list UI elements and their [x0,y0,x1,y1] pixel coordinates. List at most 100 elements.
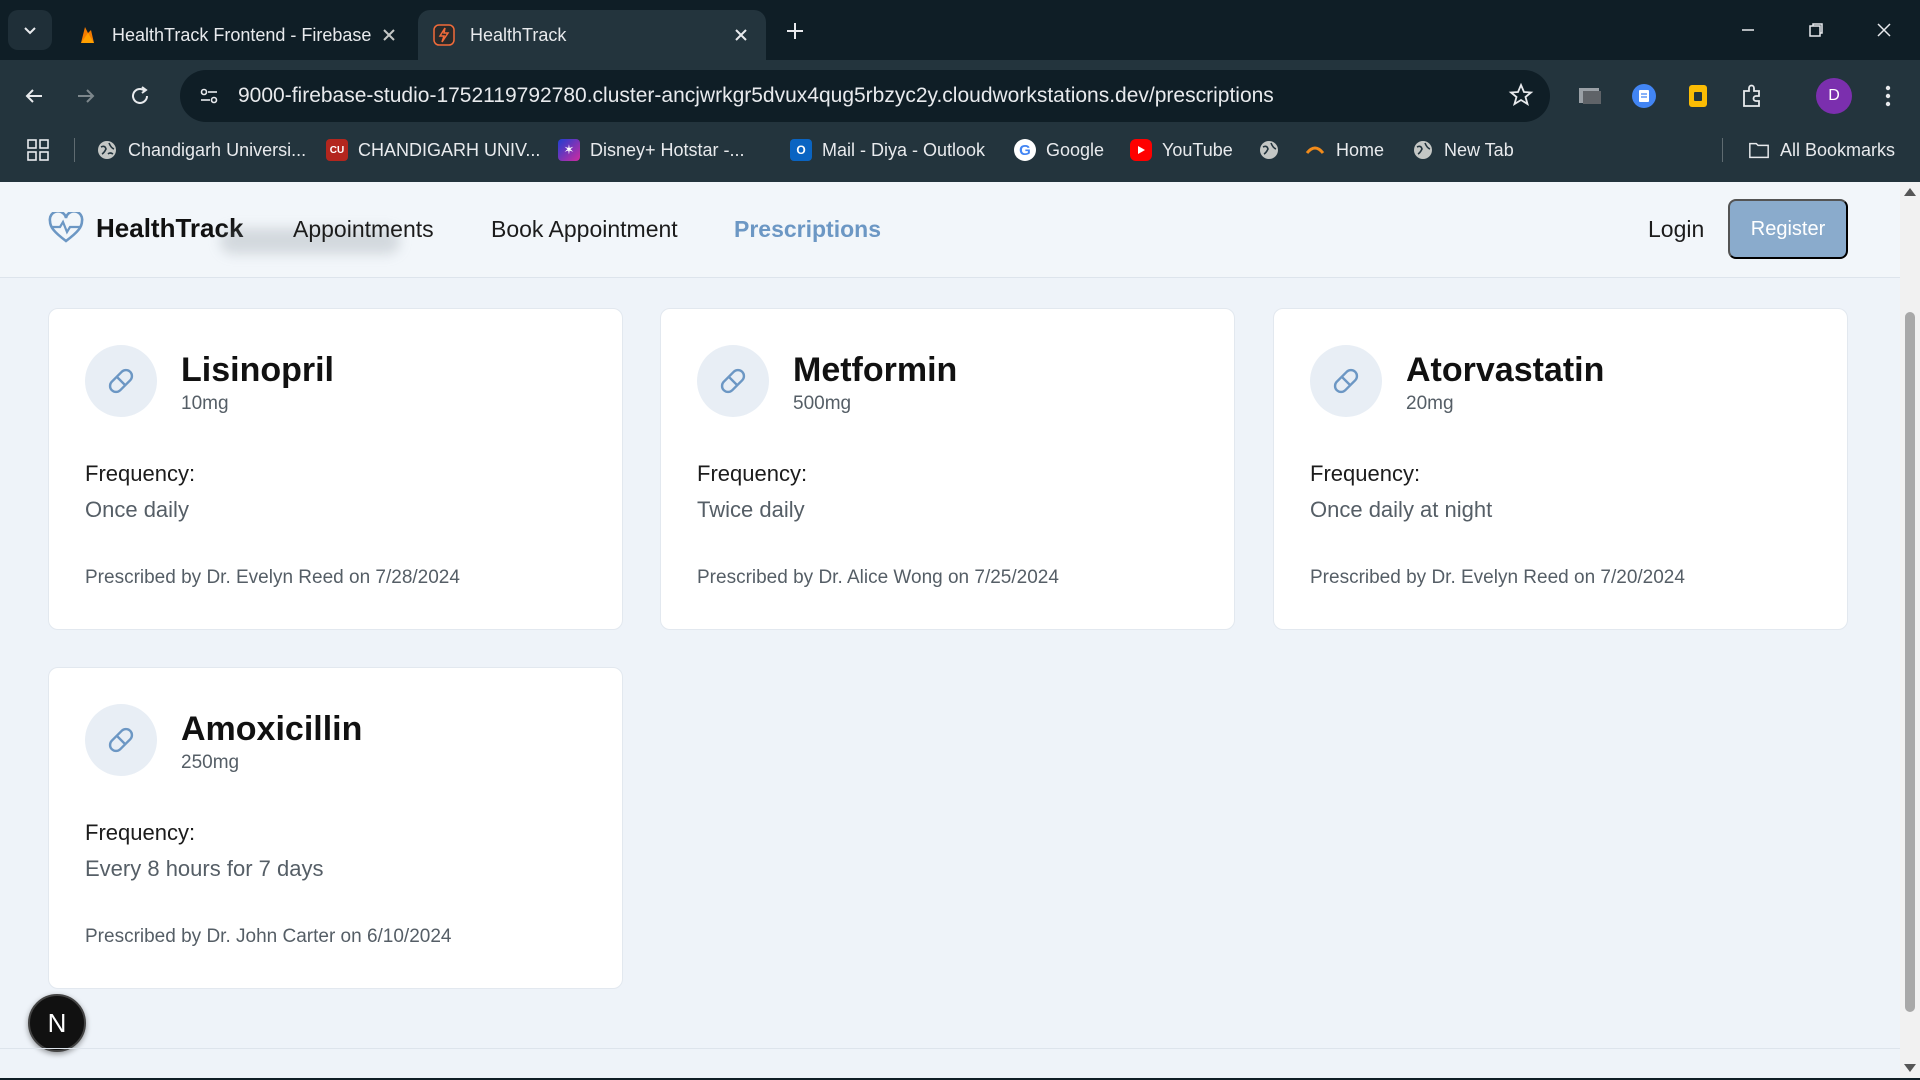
arrow-left-icon [25,89,42,103]
puzzle-icon [1743,84,1760,107]
bookmark-label: New Tab [1444,139,1514,160]
globe-icon [96,139,118,161]
extension-docs-button[interactable] [1626,78,1662,114]
heart-pulse-icon [48,212,84,243]
keep-icon [1689,85,1707,107]
frequency-label: Frequency: [85,820,196,845]
home-arc-icon [1304,139,1326,161]
scrollbar-thumb[interactable] [1905,312,1915,1012]
medication-dose: 250mg [181,752,240,773]
tab-firebase[interactable]: HealthTrack Frontend - Firebase [62,10,414,60]
nextjs-dev-badge[interactable]: N [28,994,86,1052]
all-bookmarks-label: All Bookmarks [1780,139,1896,160]
browser-toolbar: 9000-firebase-studio-1752119792780.clust… [0,60,1920,190]
bookmark-outlook[interactable]: O Mail - Diya - Outlook [790,136,985,164]
medication-name: Lisinopril [181,351,334,389]
brand-logo-link[interactable]: HealthTrack [48,212,243,244]
tab-search-button[interactable] [8,10,52,50]
tab-title: HealthTrack [470,24,567,45]
pill-icon [85,704,157,776]
reload-button[interactable] [120,76,160,116]
frequency-label: Frequency: [697,461,808,486]
all-bookmarks-button[interactable]: All Bookmarks [1748,136,1895,164]
medication-dose: 20mg [1406,393,1454,414]
scroll-up-icon[interactable] [1904,188,1916,196]
new-tab-button[interactable] [778,14,812,48]
back-button[interactable] [14,76,54,116]
bookmark-youtube[interactable]: YouTube [1130,136,1233,164]
url-text: 9000-firebase-studio-1752119792780.clust… [238,84,1274,107]
bookmark-label: Home [1336,139,1385,160]
nav-appointments[interactable]: Appointments [293,216,434,243]
bookmark-hotstar[interactable]: ✶ Disney+ Hotstar -... [558,136,745,164]
studio-icon [433,24,455,46]
cu-logo-icon: CU [326,139,348,161]
nav-prescriptions[interactable]: Prescriptions [734,216,881,243]
prescription-card: Atorvastatin 20mg Frequency: Once daily … [1273,308,1848,630]
apps-grid-icon [27,139,49,161]
minimize-button[interactable] [1716,8,1780,52]
browser-menu-button[interactable] [1870,78,1906,114]
firebase-icon [81,27,94,43]
reload-icon [132,86,148,104]
screen-icon [1579,88,1601,104]
extensions-button[interactable] [1734,78,1770,114]
globe-icon [1258,139,1280,161]
medication-dose: 500mg [793,393,852,414]
bookmark-home[interactable]: Home [1304,136,1384,164]
medication-name: Metformin [793,351,958,389]
bookmark-chandigarh-univ[interactable]: CU CHANDIGARH UNIV... [326,136,540,164]
login-link[interactable]: Login [1648,216,1704,243]
outlook-icon: O [790,139,812,161]
extension-keep-button[interactable] [1680,78,1716,114]
profile-avatar[interactable]: D [1816,78,1852,114]
close-tab-icon[interactable] [730,24,752,46]
bookmark-globe[interactable] [1258,136,1290,164]
chevron-down-icon [24,27,36,35]
register-button[interactable]: Register [1728,199,1848,259]
tab-healthtrack[interactable]: HealthTrack [418,10,766,60]
address-bar[interactable]: 9000-firebase-studio-1752119792780.clust… [180,70,1550,122]
scroll-down-icon[interactable] [1904,1064,1916,1072]
bookmark-star-icon[interactable] [1508,82,1534,108]
bookmark-new-tab[interactable]: New Tab [1412,136,1514,164]
nav-book-appointment[interactable]: Book Appointment [491,216,678,243]
restore-button[interactable] [1784,8,1848,52]
bookmark-label: Mail - Diya - Outlook [822,139,986,160]
app-header: HealthTrack Appointments Book Appointmen… [0,182,1900,278]
bookmark-label: Disney+ Hotstar -... [590,139,745,160]
prescription-card: Metformin 500mg Frequency: Twice daily P… [660,308,1235,630]
prescription-card: Amoxicillin 250mg Frequency: Every 8 hou… [48,667,623,989]
extension-screen-button[interactable] [1572,78,1608,114]
close-window-button[interactable] [1852,8,1916,52]
restore-icon [1809,23,1823,37]
plus-icon [787,23,803,39]
bookmark-label: Google [1046,139,1105,160]
frequency-value: Once daily at night [1310,497,1493,522]
close-icon [1877,23,1891,37]
prescription-card: Lisinopril 10mg Frequency: Once daily Pr… [48,308,623,630]
globe-icon [1412,139,1434,161]
apps-button[interactable] [26,136,50,164]
prescribed-by: Prescribed by Dr. Evelyn Reed on 7/20/20… [1310,567,1685,588]
forward-button[interactable] [66,76,106,116]
medication-name: Amoxicillin [181,710,363,748]
prescribed-by: Prescribed by Dr. Alice Wong on 7/25/202… [697,567,1059,588]
prescribed-by: Prescribed by Dr. Evelyn Reed on 7/28/20… [85,567,460,588]
bookmarks-divider [1722,138,1723,162]
more-vert-icon [1885,85,1891,107]
page-scrollbar[interactable] [1900,182,1920,1078]
frequency-value: Every 8 hours for 7 days [85,856,324,881]
site-info-icon[interactable] [198,85,220,107]
bookmark-chandigarh-university[interactable]: Chandigarh Universi... [96,136,306,164]
google-icon: G [1014,139,1036,161]
bookmark-label: CHANDIGARH UNIV... [358,139,541,160]
docs-icon [1632,84,1656,108]
frequency-label: Frequency: [1310,461,1421,486]
prescribed-by: Prescribed by Dr. John Carter on 6/10/20… [85,926,452,947]
bookmark-google[interactable]: G Google [1014,136,1104,164]
folder-icon [1748,139,1770,161]
close-tab-icon[interactable] [378,24,400,46]
tab-title: HealthTrack Frontend - Firebase [112,24,372,45]
browser-tabstrip: HealthTrack Frontend - Firebase HealthTr… [0,0,1920,60]
